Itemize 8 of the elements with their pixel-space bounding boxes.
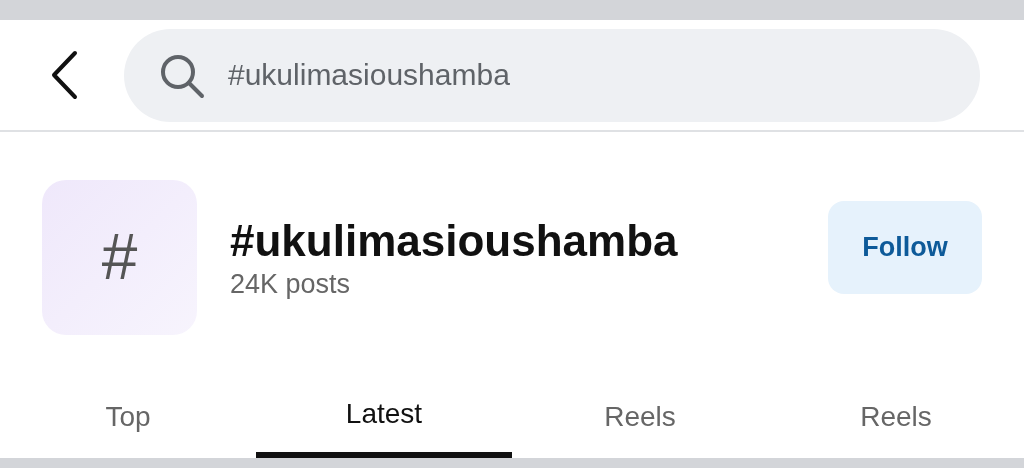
follow-button[interactable]: Follow: [828, 200, 982, 294]
search-field[interactable]: #ukulimasioushamba: [124, 28, 980, 122]
tab[interactable]: Reels: [512, 372, 768, 458]
post-count: 24K posts: [230, 267, 352, 301]
tab[interactable]: Top: [0, 372, 256, 458]
hashtag-title: #ukulimasioushamba: [230, 214, 679, 267]
hashtag-symbol: #: [101, 225, 138, 289]
tab[interactable]: Reels: [768, 372, 1024, 458]
